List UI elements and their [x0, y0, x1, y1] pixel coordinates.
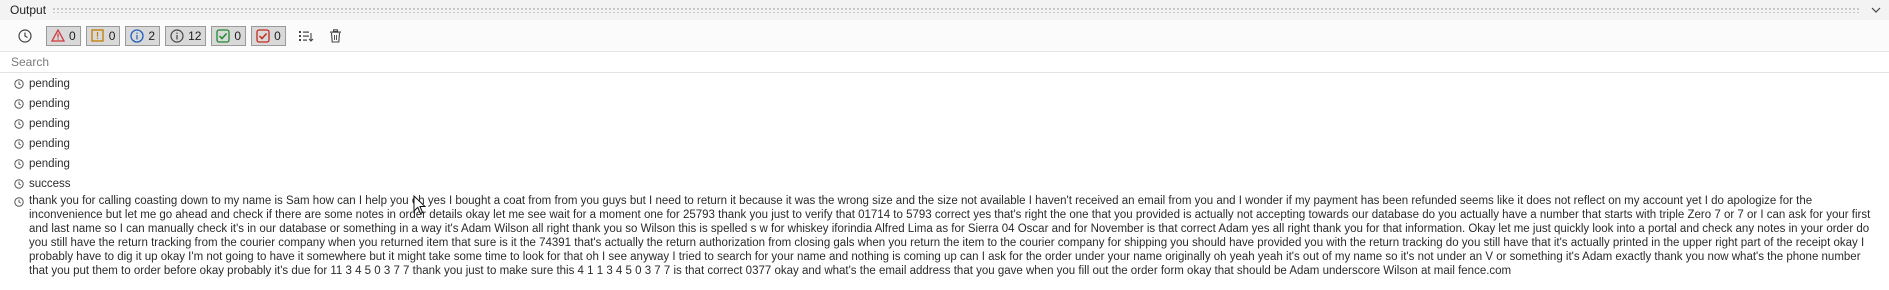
log-entry-text: success — [29, 178, 71, 190]
filter-verbose-count: 12 — [188, 28, 202, 43]
output-toolbar: 0 0 2 12 0 0 — [0, 20, 1889, 52]
log-entry[interactable]: pending — [0, 114, 1889, 134]
search-input[interactable] — [11, 55, 611, 69]
log-entry-text: pending — [29, 158, 70, 170]
sort-list-icon[interactable] — [297, 27, 315, 45]
log-status-clock-icon — [13, 139, 24, 150]
exclamation-box-icon — [90, 28, 106, 44]
info-circle-icon — [129, 28, 145, 44]
trash-icon[interactable] — [327, 27, 345, 45]
drag-grip[interactable] — [52, 7, 1861, 13]
log-entry[interactable]: thank you for calling coasting down to m… — [0, 194, 1889, 278]
filter-failed-count: 0 — [274, 28, 281, 43]
clock-icon[interactable] — [16, 27, 34, 45]
info-outline-icon — [169, 28, 185, 44]
log-entry[interactable]: success — [0, 174, 1889, 194]
filter-errors-button[interactable]: 0 — [46, 25, 81, 46]
check-green-icon — [215, 28, 231, 44]
log-entry-text: pending — [29, 78, 70, 90]
filter-verbose-button[interactable]: 12 — [165, 25, 207, 46]
log-list[interactable]: pending pending pending pending pending — [0, 73, 1889, 278]
log-status-clock-icon — [13, 159, 24, 170]
output-panel: Output 0 0 2 12 0 0 Search pending pendi… — [0, 0, 1889, 290]
filter-warnings-button[interactable]: 0 — [85, 25, 121, 46]
filter-success-count: 0 — [234, 28, 242, 43]
filter-info-button[interactable]: 2 — [125, 25, 161, 46]
log-entry[interactable]: pending — [0, 134, 1889, 154]
log-entry[interactable]: pending — [0, 154, 1889, 174]
log-entry-text: pending — [29, 118, 70, 130]
filter-success-button[interactable]: 0 — [211, 25, 247, 46]
log-status-clock-icon — [13, 196, 24, 207]
panel-title: Output — [10, 3, 47, 17]
filter-warnings-count: 0 — [108, 28, 116, 43]
log-status-clock-icon — [13, 99, 24, 110]
chevron-down-icon[interactable] — [1869, 3, 1883, 17]
log-entry[interactable]: pending — [0, 94, 1889, 114]
log-entry-text: pending — [29, 138, 70, 150]
output-titlebar[interactable]: Output — [0, 0, 1889, 20]
filter-failed-button[interactable]: 0 — [251, 25, 286, 46]
filter-info-count: 2 — [148, 28, 156, 43]
log-entry[interactable]: pending — [0, 74, 1889, 94]
log-status-clock-icon — [13, 179, 24, 190]
mouse-cursor-icon — [413, 195, 427, 215]
log-entry-text: pending — [29, 98, 70, 110]
log-status-clock-icon — [13, 79, 24, 90]
check-red-icon — [255, 28, 271, 44]
log-status-clock-icon — [13, 119, 24, 130]
log-entry-text: thank you for calling coasting down to m… — [29, 195, 1871, 277]
search-bar — [0, 52, 1889, 73]
filter-errors-count: 0 — [69, 28, 76, 43]
warning-triangle-icon — [50, 28, 66, 44]
